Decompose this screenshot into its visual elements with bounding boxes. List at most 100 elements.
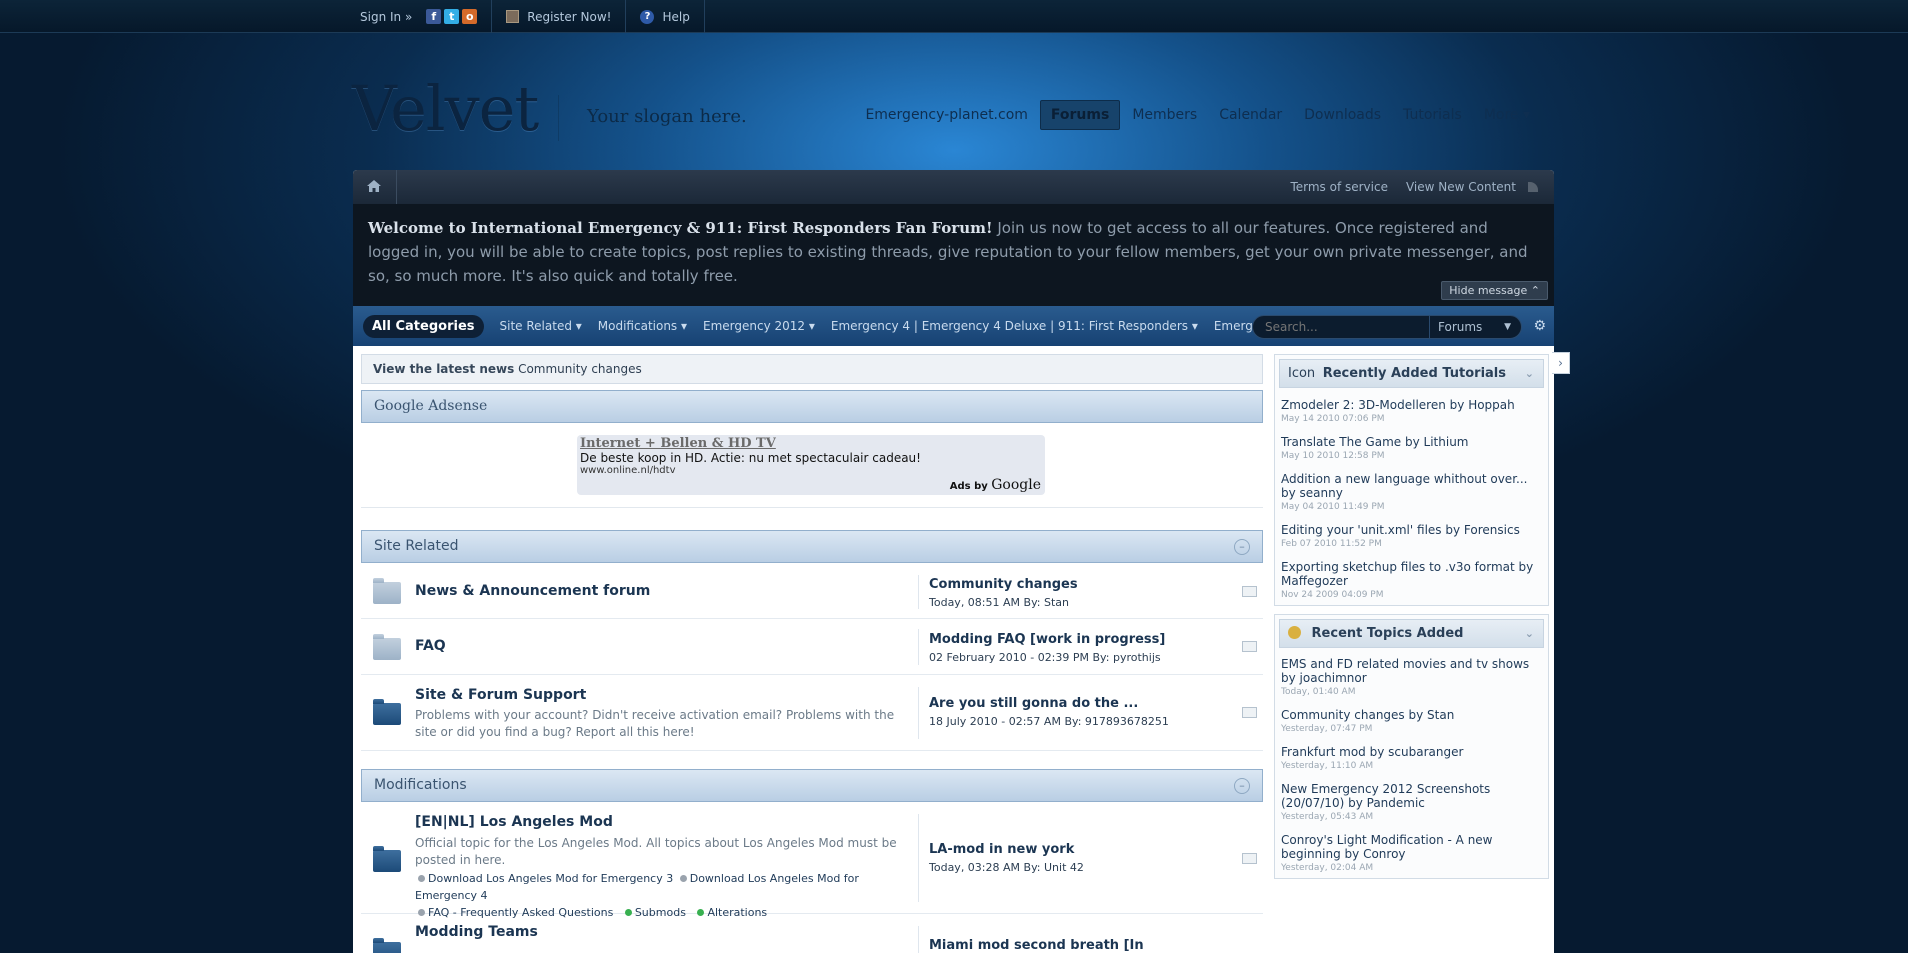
search-box: Forums ▼ xyxy=(1252,315,1522,339)
forum-title[interactable]: Modding Teams xyxy=(415,924,538,940)
topbar-divider xyxy=(491,0,493,33)
tutorial-author[interactable]: seanny xyxy=(1300,486,1343,500)
rss-icon[interactable] xyxy=(1528,182,1538,192)
sign-in-link[interactable]: Sign In » xyxy=(360,10,412,24)
ad-url: www.online.nl/hdtv xyxy=(580,465,676,476)
section-title: Site Related xyxy=(374,538,459,554)
column-divider xyxy=(918,814,919,902)
help-link[interactable]: Help xyxy=(662,10,689,24)
last-post-title[interactable]: LA-mod in new york xyxy=(929,842,1074,857)
last-post-title[interactable]: Modding FAQ [work in progress] xyxy=(929,632,1165,647)
topic-link[interactable]: EMS and FD related movies and tv shows xyxy=(1281,657,1529,671)
section-title: Modifications xyxy=(374,777,467,793)
latest-news-link[interactable]: Community changes xyxy=(514,362,642,376)
last-post-title[interactable]: Community changes xyxy=(929,577,1078,592)
category-modifications[interactable]: Modifications ▾ xyxy=(598,319,687,333)
openid-icon[interactable]: o xyxy=(462,9,478,24)
topic-author[interactable]: Conroy xyxy=(1363,847,1405,861)
twitter-icon[interactable]: t xyxy=(444,9,460,24)
folder-icon xyxy=(373,699,401,725)
last-post-icon[interactable] xyxy=(1242,641,1257,652)
subforum-link[interactable]: Download Los Angeles Mod for Emergency 3 xyxy=(428,872,673,885)
topic-link[interactable]: Frankfurt mod xyxy=(1281,745,1366,759)
facebook-icon[interactable]: f xyxy=(426,9,442,24)
home-icon xyxy=(367,180,381,192)
last-post-icon[interactable] xyxy=(1242,707,1257,718)
topic-author[interactable]: scubaranger xyxy=(1388,745,1463,759)
tutorial-author[interactable]: Lithium xyxy=(1424,435,1469,449)
folder-icon xyxy=(373,578,401,604)
subforum-dot-icon xyxy=(418,875,425,882)
forum-title[interactable]: FAQ xyxy=(415,638,446,654)
topic-author[interactable]: joachimnor xyxy=(1300,671,1367,685)
nav-members[interactable]: Members xyxy=(1122,101,1207,129)
forum-title[interactable]: Site & Forum Support xyxy=(415,687,586,703)
widget-header: Icon Recently Added Tutorials ⌄ xyxy=(1279,359,1544,388)
chevron-down-icon[interactable]: ⌄ xyxy=(1525,360,1534,387)
home-crumb[interactable] xyxy=(353,170,397,204)
latest-news-label: View the latest news xyxy=(373,362,515,376)
tutorial-author[interactable]: Hoppah xyxy=(1468,398,1515,412)
register-link[interactable]: Register Now! xyxy=(527,10,611,24)
category-emergency-4[interactable]: Emergency 4 | Emergency 4 Deluxe | 911: … xyxy=(831,319,1198,333)
search-scope-select[interactable]: Forums ▼ xyxy=(1429,316,1521,338)
by-label: By: xyxy=(1064,715,1082,728)
nav-tutorials[interactable]: Tutorials xyxy=(1393,101,1472,129)
section-site-related: Site Related – xyxy=(361,530,1263,563)
tutorial-item: Editing your 'unit.xml' files by Forensi… xyxy=(1279,512,1544,549)
nav-more[interactable]: More ▾ xyxy=(1474,101,1540,129)
last-post-author[interactable]: Stan xyxy=(1044,596,1069,609)
collapse-icon[interactable]: – xyxy=(1234,539,1250,555)
tutorial-author[interactable]: Maffegozer xyxy=(1281,574,1348,588)
category-emergency-2012[interactable]: Emergency 2012 ▾ xyxy=(703,319,815,333)
section-modifications: Modifications – xyxy=(361,769,1263,802)
forum-title[interactable]: News & Announcement forum xyxy=(415,583,650,599)
last-post-title[interactable]: Are you still gonna do the ... xyxy=(929,696,1138,711)
tutorial-link[interactable]: Addition a new language whithout over... xyxy=(1281,472,1527,486)
topic-author[interactable]: Stan xyxy=(1427,708,1454,722)
tutorial-link[interactable]: Exporting sketchup files to .v3o format xyxy=(1281,560,1515,574)
search-input[interactable] xyxy=(1253,316,1423,338)
recent-topics-widget: Recent Topics Added ⌄ EMS and FD related… xyxy=(1274,614,1549,879)
sidebar-toggle-chevron-icon[interactable]: › xyxy=(1552,352,1570,374)
last-post-icon[interactable] xyxy=(1242,586,1257,597)
ad-title[interactable]: Internet + Bellen & HD TV xyxy=(580,436,1042,451)
forum-description: Problems with your account? Didn't recei… xyxy=(415,708,895,739)
collapse-icon[interactable]: – xyxy=(1234,778,1250,794)
ads-by-google[interactable]: Ads by Google xyxy=(950,477,1041,493)
by-word: by xyxy=(1514,560,1534,574)
last-post-icon[interactable] xyxy=(1242,853,1257,864)
widget-title: Recently Added Tutorials xyxy=(1322,366,1506,381)
forum-index: View the latest news Community changes G… xyxy=(361,354,1263,953)
view-new-content-link[interactable]: View New Content xyxy=(1406,180,1516,194)
last-post-author[interactable]: pyrothijs xyxy=(1113,651,1161,664)
topic-link[interactable]: Community changes xyxy=(1281,708,1405,722)
tutorial-link[interactable]: Zmodeler 2: 3D-Modelleren xyxy=(1281,398,1446,412)
nav-calendar[interactable]: Calendar xyxy=(1209,101,1292,129)
topic-date: Yesterday, 02:04 AM xyxy=(1281,863,1374,873)
site-logo[interactable]: Velvet xyxy=(352,72,539,145)
last-post-title[interactable]: Miami mod second breath [In xyxy=(929,938,1144,953)
tutorial-link[interactable]: Translate The Game xyxy=(1281,435,1401,449)
category-site-related[interactable]: Site Related ▾ xyxy=(500,319,582,333)
nav-downloads[interactable]: Downloads xyxy=(1294,101,1391,129)
topic-author[interactable]: Pandemic xyxy=(1367,796,1425,810)
all-categories-tab[interactable]: All Categories xyxy=(363,314,484,338)
nav-emergency-planet[interactable]: Emergency-planet.com xyxy=(855,101,1037,129)
ad-banner[interactable]: Internet + Bellen & HD TV De beste koop … xyxy=(577,435,1045,495)
latest-news-bar: View the latest news Community changes xyxy=(361,354,1263,384)
last-post-author[interactable]: 917893678251 xyxy=(1085,715,1169,728)
tutorial-link[interactable]: Editing your 'unit.xml' files xyxy=(1281,523,1442,537)
forum-title[interactable]: [EN|NL] Los Angeles Mod xyxy=(415,814,613,830)
by-label: By: xyxy=(1092,651,1110,664)
gear-icon[interactable]: ⚙ xyxy=(1533,318,1546,334)
hide-message-button[interactable]: Hide message ⌃ xyxy=(1441,281,1548,300)
terms-of-service-link[interactable]: Terms of service xyxy=(1290,180,1388,194)
last-post-author[interactable]: Unit 42 xyxy=(1044,861,1084,874)
nav-forums[interactable]: Forums xyxy=(1039,100,1121,130)
tutorial-author[interactable]: Forensics xyxy=(1464,523,1520,537)
main-container: Terms of service View New Content Welcom… xyxy=(353,170,1554,953)
widget-title: Recent Topics Added xyxy=(1311,626,1464,641)
chevron-down-icon[interactable]: ⌄ xyxy=(1525,620,1534,647)
by-word: by xyxy=(1401,435,1424,449)
